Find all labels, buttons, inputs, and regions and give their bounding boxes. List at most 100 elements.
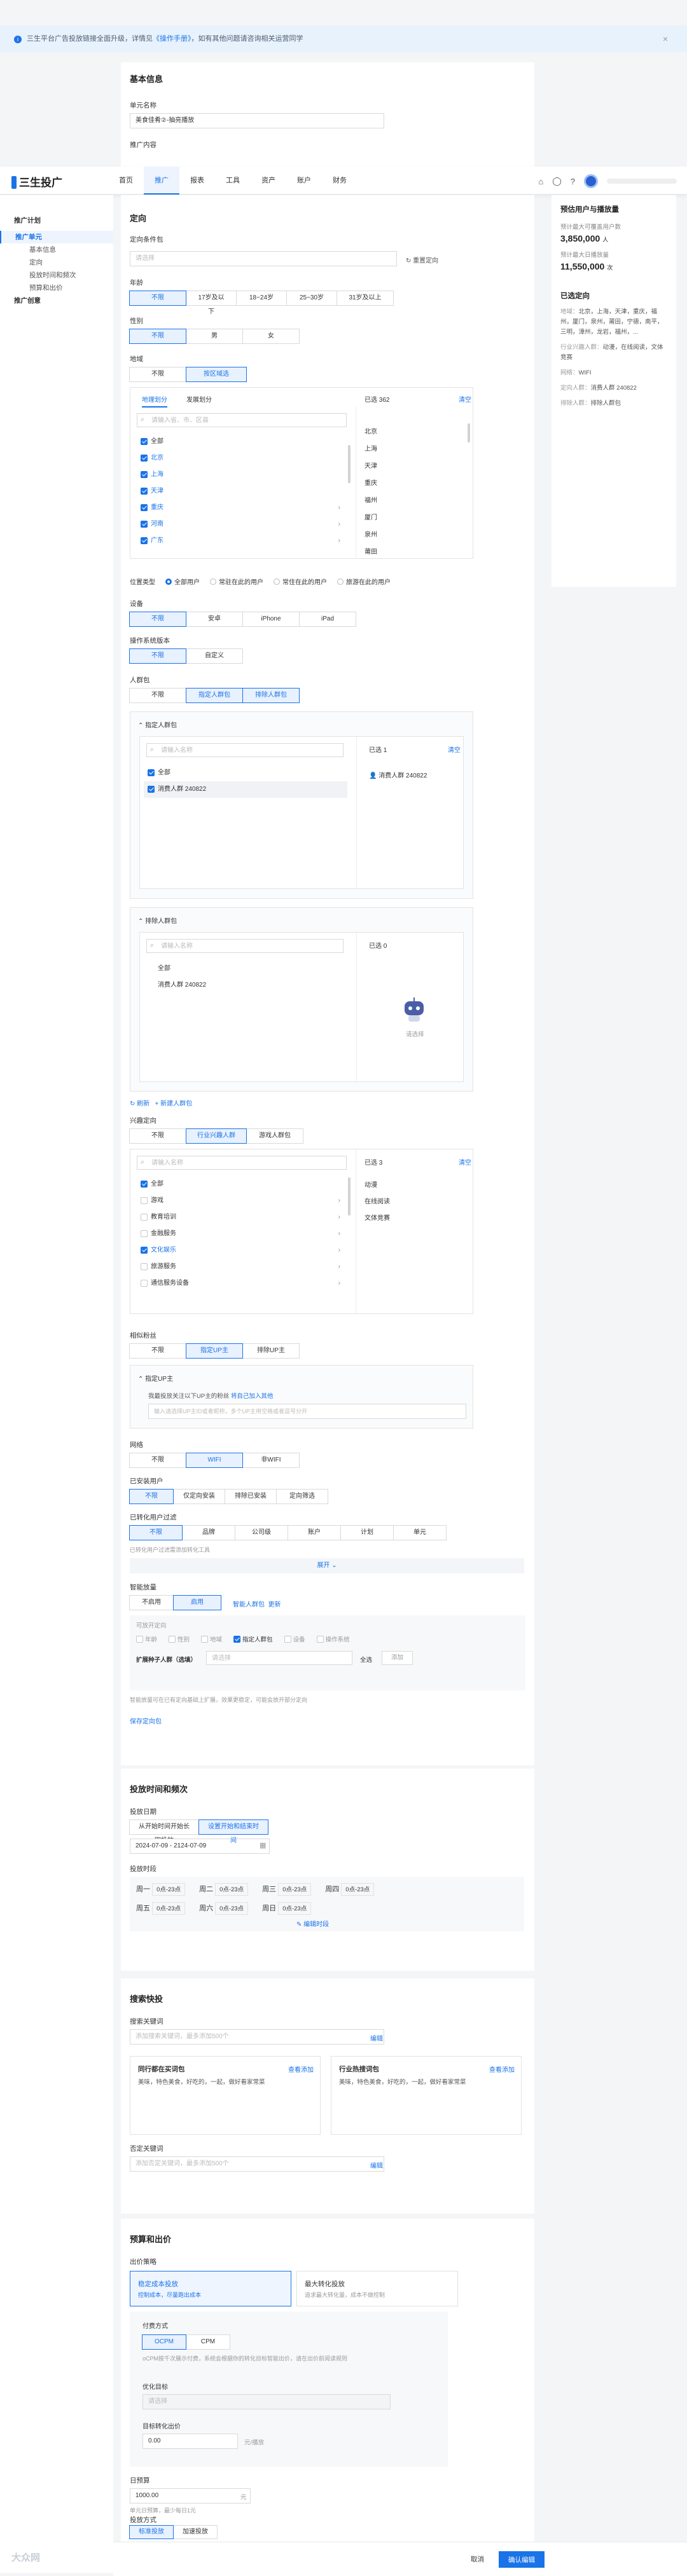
- sidebar-item-budget[interactable]: 预算和出价: [0, 282, 113, 294]
- bell-icon[interactable]: ◯: [552, 176, 562, 186]
- reset-button[interactable]: ↻ 重置定向: [406, 255, 438, 264]
- age-opt[interactable]: 31岁及以上: [337, 291, 394, 306]
- neg-input[interactable]: 添加否定关键词，最多添加500个: [130, 2156, 384, 2172]
- region-item[interactable]: 河南 ›: [137, 516, 347, 533]
- crowd-opt[interactable]: 不限: [129, 688, 186, 703]
- nav-report[interactable]: 报表: [179, 167, 215, 195]
- refresh-button[interactable]: ↻ 刷新: [130, 1100, 149, 1107]
- device-opt[interactable]: iPad: [299, 612, 356, 627]
- nav-home[interactable]: 首页: [108, 167, 144, 195]
- region-item[interactable]: 广东 ›: [137, 533, 347, 549]
- device-opt[interactable]: iPhone: [242, 612, 300, 627]
- create-crowd-button[interactable]: + 新建人群包: [155, 1100, 193, 1107]
- mode-opt[interactable]: 加速投放: [173, 2525, 218, 2539]
- nav-assets[interactable]: 资产: [251, 167, 286, 195]
- smart-check[interactable]: 操作系统: [316, 1634, 350, 1643]
- clear-button[interactable]: 清空: [459, 1157, 471, 1167]
- smart-opt[interactable]: 启用: [173, 1595, 221, 1610]
- region-opt[interactable]: 不限: [129, 367, 186, 382]
- seed-all[interactable]: 全选: [360, 1655, 372, 1664]
- home-icon[interactable]: ⌂: [538, 177, 543, 186]
- date-range-input[interactable]: 2024-07-09 - 2124-07-09: [130, 1839, 270, 1854]
- region-item[interactable]: 天津: [137, 483, 347, 500]
- device-opt[interactable]: 安卓: [186, 612, 243, 627]
- crowd-item[interactable]: 全部: [144, 961, 347, 977]
- converted-opt[interactable]: 品牌: [182, 1525, 235, 1540]
- date-opt[interactable]: 从开始时间开始长期投放: [129, 1819, 199, 1844]
- save-pkg-button[interactable]: 保存定向包: [130, 1716, 162, 1725]
- loc-type-opt[interactable]: 全部用户: [165, 577, 200, 586]
- smart-check[interactable]: 指定人群包: [233, 1634, 273, 1643]
- converted-opt[interactable]: 单元: [393, 1525, 447, 1540]
- net-opt[interactable]: 非WIFI: [242, 1453, 300, 1468]
- logo[interactable]: 三生投广: [11, 174, 62, 189]
- clear-button[interactable]: 清空: [448, 744, 461, 754]
- crowd-search[interactable]: 请输入名称: [146, 743, 344, 757]
- gender-opt[interactable]: 不限: [129, 329, 186, 344]
- device-opt[interactable]: 不限: [129, 612, 186, 627]
- seed-add-button[interactable]: 添加: [382, 1651, 413, 1665]
- pay-opt[interactable]: OCPM: [142, 2334, 186, 2350]
- gender-opt[interactable]: 女: [242, 329, 300, 344]
- loc-type-opt[interactable]: 旅游在此的用户: [337, 577, 391, 586]
- mode-opt[interactable]: 标准投放: [129, 2525, 174, 2539]
- nav-finance[interactable]: 财务: [322, 167, 357, 195]
- rec2-link[interactable]: 查看添加: [489, 2064, 515, 2074]
- nav-promote[interactable]: 推广: [144, 167, 179, 195]
- sidebar-item-creative[interactable]: 推广创意: [0, 294, 113, 307]
- target-input[interactable]: 0.00: [142, 2434, 238, 2449]
- bid-option-max[interactable]: 最大转化投放 追求最大转化量，成本不做控制: [296, 2271, 458, 2306]
- region-item[interactable]: 重庆 ›: [137, 500, 347, 516]
- net-opt[interactable]: WIFI: [186, 1453, 243, 1468]
- gender-opt[interactable]: 男: [186, 329, 243, 344]
- scrollbar[interactable]: [468, 423, 470, 442]
- up-input[interactable]: 输入请选择UP主ID或者昵称，多个UP主用空格或者逗号分开: [148, 1404, 466, 1419]
- clear-button[interactable]: 清空: [459, 394, 471, 404]
- net-opt[interactable]: 不限: [129, 1453, 186, 1468]
- interest-item[interactable]: 文化娱乐 ›: [137, 1242, 347, 1259]
- pkg-select[interactable]: 请选择: [130, 251, 397, 266]
- goal-select[interactable]: 请选择: [142, 2394, 391, 2409]
- up-opt[interactable]: 不限: [129, 1343, 186, 1359]
- age-opt[interactable]: 17岁及以下: [186, 291, 237, 315]
- interest-opt[interactable]: 行业兴趣人群: [186, 1128, 247, 1144]
- region-search[interactable]: 请输入省、市、区县: [137, 413, 347, 427]
- region-tab[interactable]: 发展划分: [186, 394, 212, 404]
- sidebar-item-plan[interactable]: 推广计划: [0, 214, 113, 227]
- age-opt[interactable]: 不限: [129, 291, 186, 306]
- sidebar-item-targeting[interactable]: 定向: [0, 256, 113, 269]
- date-opt[interactable]: 设置开始和结束时间: [198, 1819, 268, 1844]
- sidebar-item-unit[interactable]: 推广单元: [0, 231, 113, 243]
- region-item[interactable]: 上海: [137, 467, 347, 483]
- cancel-button[interactable]: 取消: [462, 2551, 493, 2568]
- crowd-opt[interactable]: 排除人群包: [242, 688, 300, 703]
- bid-option-stable[interactable]: 稳定成本投放 控制成本，尽量跑出成本: [130, 2271, 291, 2306]
- age-opt[interactable]: 18~24岁: [236, 291, 287, 306]
- nav-tools[interactable]: 工具: [215, 167, 251, 195]
- smart-check[interactable]: 地域: [201, 1634, 222, 1643]
- help-icon[interactable]: ?: [571, 177, 575, 186]
- interest-search[interactable]: 请输入名称: [137, 1156, 347, 1170]
- crowd-item[interactable]: 消费人群 240822: [144, 977, 347, 994]
- installed-opt[interactable]: 定向筛选: [276, 1489, 328, 1504]
- expand-button[interactable]: 展开 ⌄: [130, 1558, 524, 1573]
- age-opt[interactable]: 25~30岁: [286, 291, 337, 306]
- interest-opt[interactable]: 游戏人群包: [246, 1128, 303, 1144]
- smart-check[interactable]: 性别: [169, 1634, 190, 1643]
- unit-name-input[interactable]: 美食佳肴②-抽亮播放: [130, 113, 384, 128]
- os-opt[interactable]: 自定义: [186, 648, 243, 664]
- notice-link[interactable]: 《操作手册》: [153, 35, 191, 43]
- smart-crowd-link[interactable]: 智能人群包 更新: [233, 1599, 281, 1608]
- smart-check[interactable]: 设备: [284, 1634, 305, 1643]
- daily-input[interactable]: 1000.00: [130, 2488, 251, 2504]
- region-tab[interactable]: 地理划分: [142, 394, 167, 408]
- loc-type-opt[interactable]: 常住在此的用户: [274, 577, 327, 586]
- scrollbar[interactable]: [348, 445, 350, 483]
- crowd-opt[interactable]: 指定人群包: [186, 688, 243, 703]
- installed-opt[interactable]: 不限: [129, 1489, 174, 1504]
- smart-check[interactable]: 年龄: [136, 1634, 157, 1643]
- up-opt[interactable]: 排除UP主: [242, 1343, 300, 1359]
- kw-input[interactable]: 添加搜索关键词，最多添加500个: [130, 2029, 384, 2045]
- interest-item[interactable]: 游戏 ›: [137, 1193, 347, 1209]
- nav-account[interactable]: 账户: [286, 167, 322, 195]
